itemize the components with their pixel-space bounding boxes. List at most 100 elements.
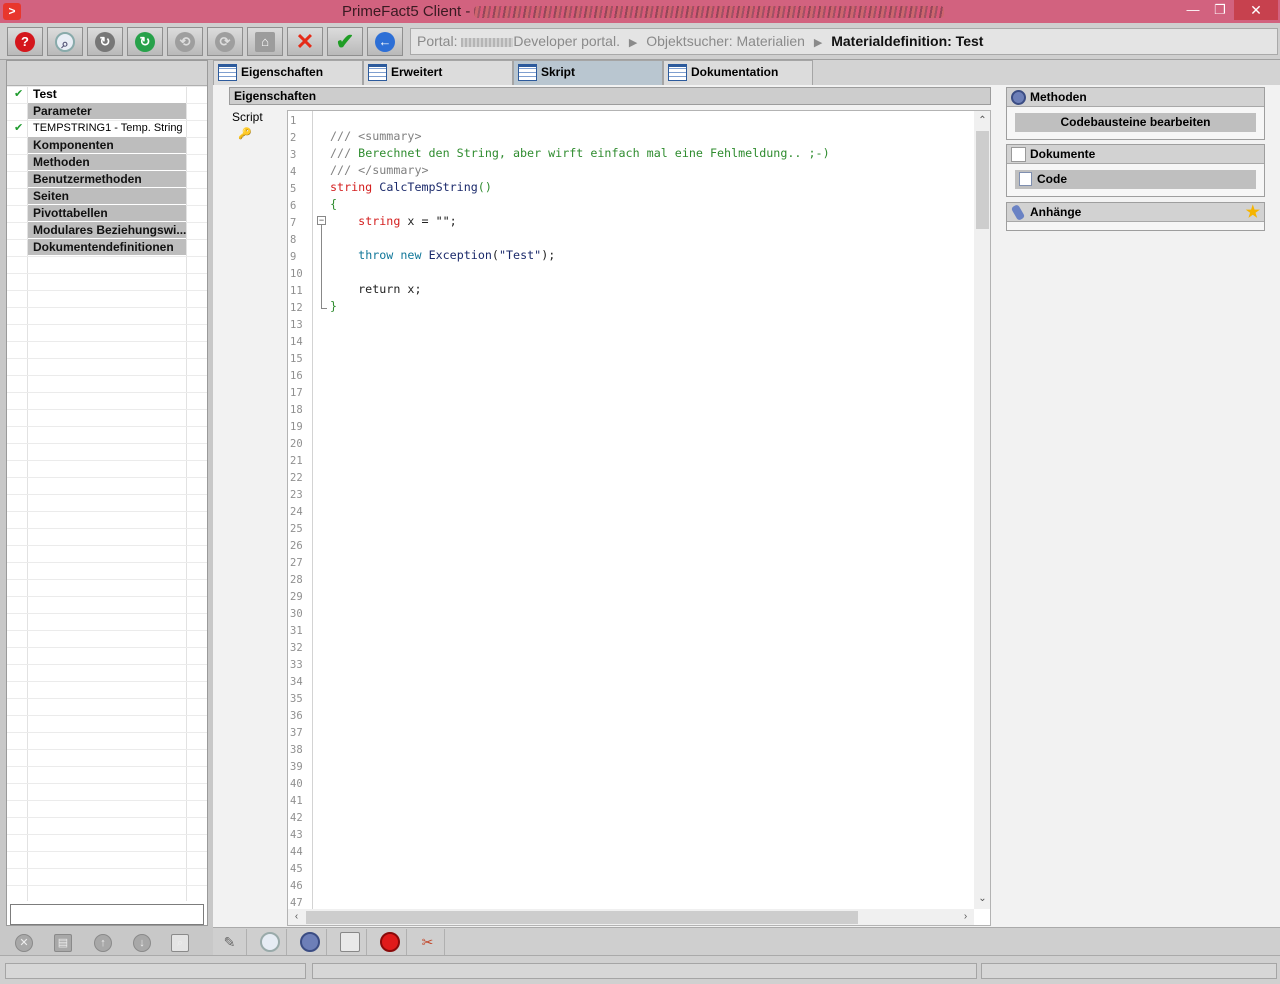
tree-item-parameter[interactable]: Parameter: [7, 103, 207, 120]
maximize-button[interactable]: ❐: [1207, 0, 1233, 20]
line-number: 36: [290, 710, 303, 722]
line-number: 26: [290, 540, 303, 552]
document-search-icon: ⌕: [171, 934, 189, 952]
table-icon: [668, 64, 687, 81]
scroll-left-icon[interactable]: ‹: [288, 909, 305, 925]
breadcrumb-portal-prefix[interactable]: Portal:: [417, 33, 457, 49]
vertical-scroll-thumb[interactable]: [976, 131, 989, 229]
search-button[interactable]: ⌕: [47, 27, 83, 56]
image-button[interactable]: [333, 929, 367, 955]
tree-filter-input[interactable]: [10, 904, 204, 925]
code-line: /// </summary>: [330, 162, 429, 179]
status-panel-center: [312, 963, 977, 979]
breadcrumb-portal[interactable]: Developer portal.: [513, 33, 620, 49]
code-token: Exception: [428, 248, 492, 262]
paperclip-icon: [1010, 204, 1026, 221]
main-toolbar: ? ⌕ ↻ ↻ ⟲ ⟳ ⌂ ✕ ✔ ← Portal: Developer po…: [0, 23, 1280, 60]
document-item-code[interactable]: Code: [1015, 170, 1256, 189]
line-number: 35: [290, 693, 303, 705]
back-button[interactable]: ←: [367, 27, 403, 56]
minimize-button[interactable]: —: [1180, 0, 1206, 20]
tree-item-benutzermethoden[interactable]: Benutzermethoden: [7, 171, 207, 188]
dokumente-header[interactable]: Dokumente: [1007, 145, 1264, 164]
home-button[interactable]: ⌂: [247, 27, 283, 56]
vertical-scrollbar[interactable]: ⌃ ⌄: [974, 111, 990, 909]
redacted-portal-name: [461, 37, 514, 47]
tab-erweitert[interactable]: Erweitert: [363, 60, 513, 85]
search-code-button[interactable]: [253, 929, 287, 955]
tree-item-label: Komponenten: [28, 137, 186, 153]
code-token: {: [330, 197, 338, 211]
line-number: 3: [290, 149, 297, 161]
tools-button[interactable]: ✂: [411, 929, 445, 955]
refresh-button[interactable]: ↻: [127, 27, 163, 56]
scroll-right-icon[interactable]: ›: [957, 909, 974, 925]
tree-item-komponenten[interactable]: Komponenten: [7, 137, 207, 154]
confirm-button[interactable]: ✔: [327, 27, 363, 56]
reload-button[interactable]: ↻: [87, 27, 123, 56]
line-number: 39: [290, 761, 303, 773]
tree-item-dokumentendefinitionen[interactable]: Dokumentendefinitionen: [7, 239, 207, 256]
tree-item-root[interactable]: ✔ Test: [7, 86, 207, 103]
close-button[interactable]: ✕: [1234, 0, 1278, 20]
title-bar: > PrimeFact5 Client - — ❐ ✕: [0, 0, 1280, 23]
tab-skript[interactable]: Skript: [513, 60, 663, 85]
code-line: return x;: [330, 282, 422, 296]
script-editor[interactable]: 1 2 3 4 5 6 7 8 9 10 11 12 13 14 15 16 17 18 19 20 21 22 23 24 2…: [287, 110, 991, 926]
horizontal-scroll-thumb[interactable]: [306, 911, 858, 924]
window-title-text: PrimeFact5 Client -: [342, 3, 471, 20]
codebausteine-bearbeiten-button[interactable]: Codebausteine bearbeiten: [1015, 113, 1256, 132]
line-number: 34: [290, 676, 303, 688]
document-icon: [1011, 147, 1026, 162]
help-button[interactable]: ?: [7, 27, 43, 56]
tree-item-modulares-beziehungswissen[interactable]: Modulares Beziehungswi...: [7, 222, 207, 239]
move-up-button[interactable]: ↑: [89, 930, 117, 954]
code-token: string: [330, 180, 373, 194]
anhaenge-header[interactable]: Anhänge ★: [1007, 203, 1264, 222]
key-icon[interactable]: 🔑: [238, 127, 252, 140]
fold-collapse-icon[interactable]: −: [317, 216, 326, 225]
record-button[interactable]: [373, 929, 407, 955]
edit-button[interactable]: ✎: [213, 929, 247, 955]
line-number: 7: [290, 217, 297, 229]
home-icon: ⌂: [255, 32, 275, 52]
line-number: 43: [290, 829, 303, 841]
horizontal-scrollbar[interactable]: ‹ ›: [288, 909, 974, 925]
methods-button[interactable]: [293, 929, 327, 955]
tab-eigenschaften[interactable]: Eigenschaften: [213, 60, 363, 85]
scroll-down-icon[interactable]: ⌄: [974, 891, 990, 907]
line-number: 32: [290, 642, 303, 654]
line-number: 8: [290, 234, 297, 246]
table-icon: [218, 64, 237, 81]
redacted-title: [474, 6, 945, 19]
methoden-header[interactable]: Methoden: [1007, 88, 1264, 107]
document-item-label: Code: [1037, 172, 1067, 186]
tree-item-pivottabellen[interactable]: Pivottabellen: [7, 205, 207, 222]
star-icon[interactable]: ★: [1246, 203, 1260, 222]
tab-dokumentation[interactable]: Dokumentation: [663, 60, 813, 85]
code-token: (): [477, 180, 492, 194]
breadcrumb-objektsucher[interactable]: Objektsucher: Materialien: [646, 33, 805, 49]
app-logo-icon[interactable]: >: [3, 3, 21, 20]
table-icon: [368, 64, 387, 81]
tree-item-seiten[interactable]: Seiten: [7, 188, 207, 205]
tree-item-tempstring1[interactable]: ✔ TEMPSTRING1 - Temp. String: [7, 120, 207, 137]
scroll-up-icon[interactable]: ⌃: [974, 113, 990, 129]
line-number: 22: [290, 472, 303, 484]
tree-item-methoden[interactable]: Methoden: [7, 154, 207, 171]
cancel-button[interactable]: ✕: [287, 27, 323, 56]
script-field-label: Script: [232, 110, 263, 124]
nav-prev-button[interactable]: ⟲: [167, 27, 203, 56]
line-number: 44: [290, 846, 303, 858]
reload-icon: ↻: [95, 32, 115, 52]
dokumente-title: Dokumente: [1030, 147, 1096, 161]
line-number: 13: [290, 319, 303, 331]
tab-label: Dokumentation: [691, 65, 779, 79]
help-icon: ?: [15, 32, 35, 52]
move-down-button[interactable]: ↓: [128, 930, 156, 954]
nav-next-button[interactable]: ⟳: [207, 27, 243, 56]
code-line: throw new Exception("Test");: [358, 248, 556, 262]
copy-node-button[interactable]: ▤: [49, 930, 77, 954]
delete-node-button[interactable]: ✕: [10, 930, 38, 954]
find-node-button[interactable]: ⌕: [166, 930, 194, 954]
